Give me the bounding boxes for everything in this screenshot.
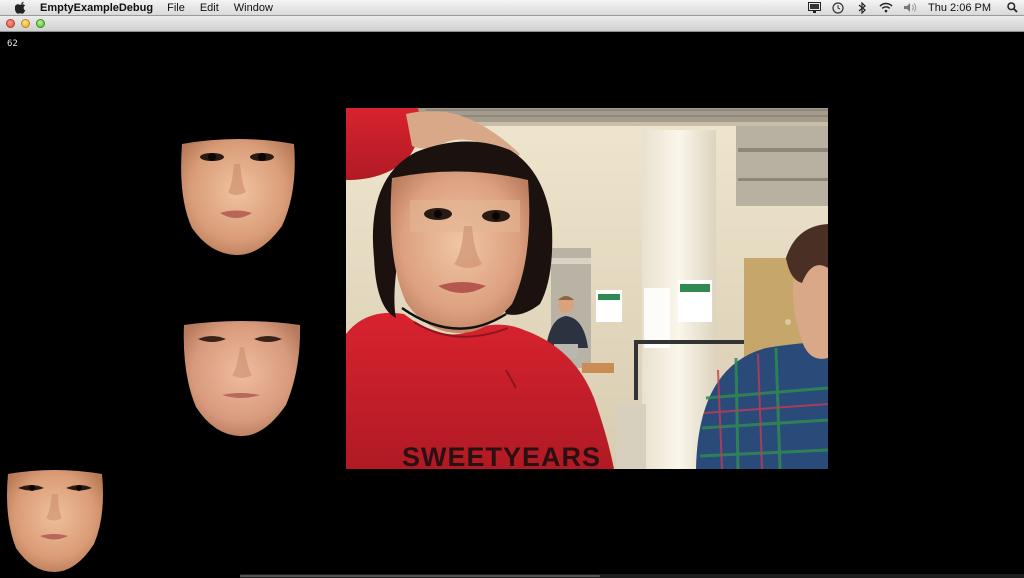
hoodie-print: SWEETYEARS — [402, 442, 601, 469]
extracted-face-2 — [183, 321, 301, 437]
menu-clock[interactable]: Thu 2:06 PM — [928, 2, 991, 14]
horizontal-scrollbar[interactable] — [240, 574, 1024, 578]
app-menu[interactable]: EmptyExampleDebug — [40, 2, 153, 14]
spotlight-search-icon[interactable] — [1005, 2, 1019, 14]
extracted-face-3 — [7, 470, 103, 572]
apple-menu-icon[interactable] — [14, 1, 28, 15]
extracted-face-1 — [181, 139, 295, 256]
display-icon[interactable] — [807, 2, 821, 14]
edit-menu[interactable]: Edit — [200, 2, 219, 14]
fps-counter: 62 — [7, 39, 18, 49]
window-titlebar[interactable] — [0, 16, 1024, 32]
time-machine-icon[interactable] — [831, 1, 845, 14]
file-menu[interactable]: File — [167, 2, 185, 14]
window-menu[interactable]: Window — [234, 2, 273, 14]
camera-feed: SWEETYEARS — [346, 108, 828, 469]
close-window-button[interactable] — [6, 19, 15, 28]
wifi-icon[interactable] — [879, 2, 893, 14]
menu-bar: EmptyExampleDebug File Edit Window Thu 2… — [0, 0, 1024, 16]
zoom-window-button[interactable] — [36, 19, 45, 28]
volume-icon[interactable] — [903, 2, 917, 14]
bluetooth-icon[interactable] — [855, 1, 869, 14]
scrollbar-thumb[interactable] — [240, 575, 600, 577]
minimize-window-button[interactable] — [21, 19, 30, 28]
